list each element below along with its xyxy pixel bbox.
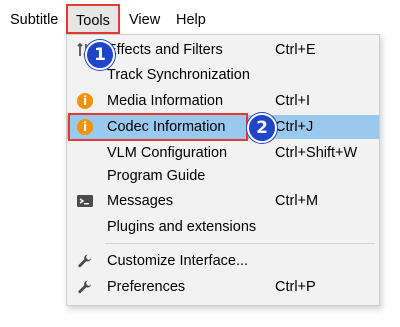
tools-dropdown-menu: Effects and Filters Ctrl+E Track Synchro… <box>66 34 380 306</box>
menu-tools[interactable]: Tools <box>66 4 120 34</box>
terminal-icon <box>77 195 93 207</box>
wrench-icon <box>78 254 92 268</box>
menu-item-label: Program Guide <box>107 168 206 184</box>
step-badge-2: 2 <box>247 113 277 143</box>
menu-item-preferences[interactable]: Preferences Ctrl+P <box>67 275 379 299</box>
menu-item-label: Media Information <box>107 93 224 109</box>
menu-view[interactable]: View <box>129 10 160 30</box>
menu-item-label: Messages <box>107 193 174 209</box>
menu-item-shortcut: Ctrl+Shift+W <box>275 145 358 161</box>
menu-item-shortcut: Ctrl+J <box>275 119 314 135</box>
menu-item-vlm-configuration[interactable]: VLM Configuration Ctrl+Shift+W <box>67 141 379 165</box>
menu-item-program-guide[interactable]: Program Guide <box>67 164 379 188</box>
menu-help[interactable]: Help <box>176 10 206 30</box>
wrench-icon <box>78 280 92 294</box>
menu-item-label: Preferences <box>107 279 186 295</box>
menu-item-plugins-and-extensions[interactable]: Plugins and extensions <box>67 215 379 239</box>
info-icon: i <box>77 93 93 109</box>
menu-item-label: Customize Interface... <box>107 253 249 269</box>
menu-item-track-synchronization[interactable]: Track Synchronization <box>67 63 379 87</box>
menu-item-customize-interface[interactable]: Customize Interface... <box>67 249 379 273</box>
menu-item-label: VLM Configuration <box>107 145 228 161</box>
menu-item-shortcut: Ctrl+E <box>275 42 316 58</box>
menu-item-shortcut: Ctrl+I <box>275 93 311 109</box>
menu-subtitle[interactable]: Subtitle <box>10 10 58 30</box>
menu-item-shortcut: Ctrl+P <box>275 279 316 295</box>
menubar: Subtitle Tools View Help <box>0 0 400 38</box>
menu-item-media-information[interactable]: i Media Information Ctrl+I <box>67 89 379 113</box>
menu-separator <box>105 243 375 244</box>
menu-item-label: Track Synchronization <box>107 67 250 83</box>
annotation-highlight-box <box>68 113 248 141</box>
menu-item-label: Plugins and extensions <box>107 219 257 235</box>
menu-item-label: Effects and Filters <box>107 42 223 58</box>
step-badge-1: 1 <box>85 40 115 70</box>
menu-item-shortcut: Ctrl+M <box>275 193 319 209</box>
menu-item-messages[interactable]: Messages Ctrl+M <box>67 189 379 213</box>
